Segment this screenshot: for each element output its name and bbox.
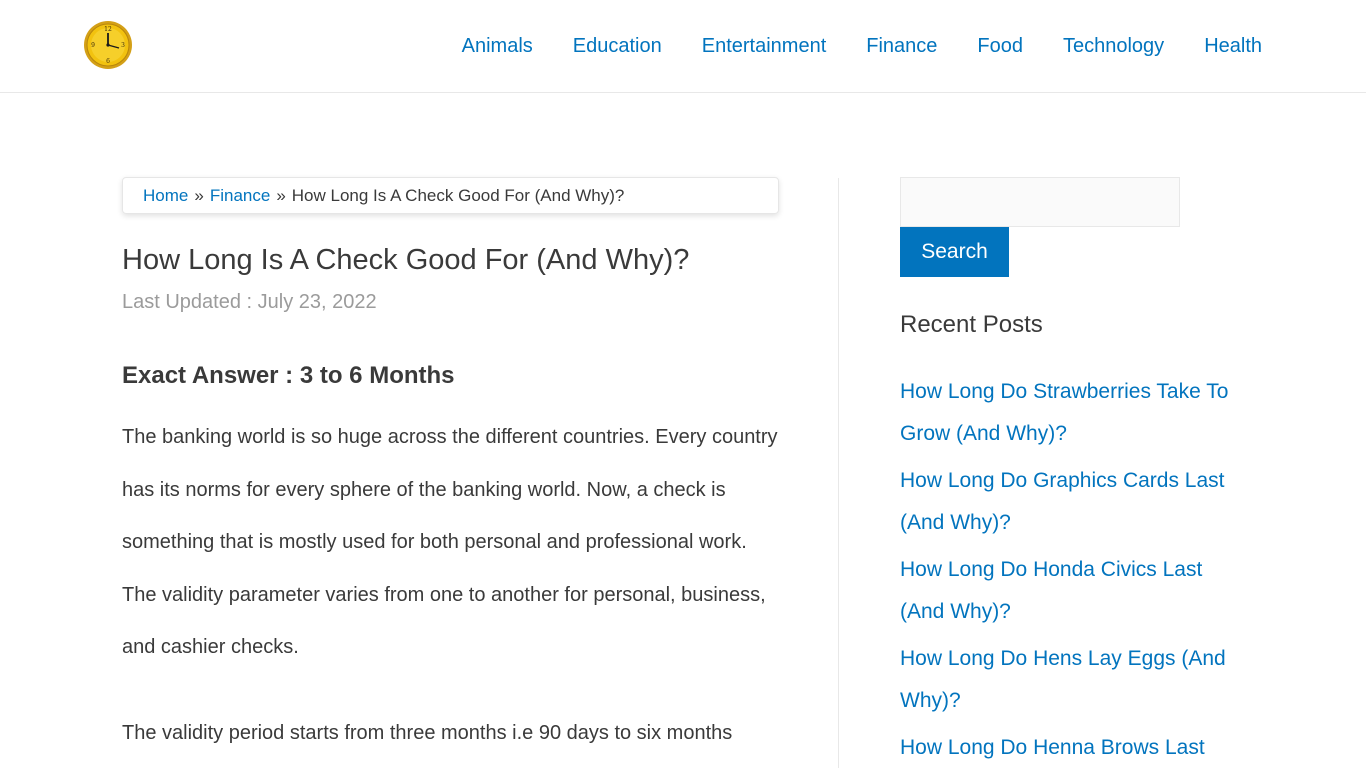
recent-post-link[interactable]: How Long Do Honda Civics Last (And Why)? <box>900 558 1202 623</box>
breadcrumb-current: How Long Is A Check Good For (And Why)? <box>291 185 625 205</box>
search-button[interactable]: Search <box>900 227 1009 277</box>
nav-entertainment[interactable]: Entertainment <box>702 35 827 58</box>
list-item: How Long Do Henna Brows Last <box>900 727 1245 769</box>
sidebar-divider <box>838 178 839 768</box>
nav-education[interactable]: Education <box>573 35 662 58</box>
svg-text:3: 3 <box>121 42 125 49</box>
recent-post-link[interactable]: How Long Do Hens Lay Eggs (And Why)? <box>900 647 1226 712</box>
recent-post-link[interactable]: How Long Do Graphics Cards Last (And Why… <box>900 469 1225 534</box>
nav-finance[interactable]: Finance <box>866 35 937 58</box>
site-header: 12 3 6 9 Animals Education Entertainment… <box>0 0 1366 93</box>
search-input[interactable] <box>900 177 1180 227</box>
svg-text:6: 6 <box>106 58 110 65</box>
last-updated: Last Updated : July 23, 2022 <box>122 291 377 313</box>
list-item: How Long Do Graphics Cards Last (And Why… <box>900 460 1245 544</box>
article-paragraph: The banking world is so huge across the … <box>122 426 778 658</box>
main-nav: Animals Education Entertainment Finance … <box>422 0 1262 92</box>
list-item: How Long Do Hens Lay Eggs (And Why)? <box>900 638 1245 722</box>
breadcrumb-separator: » <box>194 185 204 205</box>
nav-food[interactable]: Food <box>977 35 1023 58</box>
exact-answer: Exact Answer : 3 to 6 Months <box>122 362 455 389</box>
svg-text:12: 12 <box>104 26 112 33</box>
list-item: How Long Do Strawberries Take To Grow (A… <box>900 371 1245 455</box>
recent-posts-list: How Long Do Strawberries Take To Grow (A… <box>900 371 1245 774</box>
article-paragraph: The validity period starts from three mo… <box>122 722 733 744</box>
list-item: How Long Do Honda Civics Last (And Why)? <box>900 549 1245 633</box>
breadcrumb-finance[interactable]: Finance <box>210 186 270 206</box>
breadcrumb: Home » Finance » How Long Is A Check Goo… <box>122 177 779 214</box>
recent-post-link[interactable]: How Long Do Henna Brows Last <box>900 736 1205 759</box>
clock-logo-icon[interactable]: 12 3 6 9 <box>83 20 133 70</box>
page-title: How Long Is A Check Good For (And Why)? <box>122 244 690 276</box>
nav-animals[interactable]: Animals <box>462 35 533 58</box>
nav-health[interactable]: Health <box>1204 35 1262 58</box>
nav-technology[interactable]: Technology <box>1063 35 1164 58</box>
breadcrumb-separator: » <box>276 185 286 205</box>
recent-post-link[interactable]: How Long Do Strawberries Take To Grow (A… <box>900 380 1228 445</box>
breadcrumb-home[interactable]: Home <box>143 186 188 206</box>
svg-text:9: 9 <box>91 42 95 49</box>
recent-posts-heading: Recent Posts <box>900 311 1043 338</box>
